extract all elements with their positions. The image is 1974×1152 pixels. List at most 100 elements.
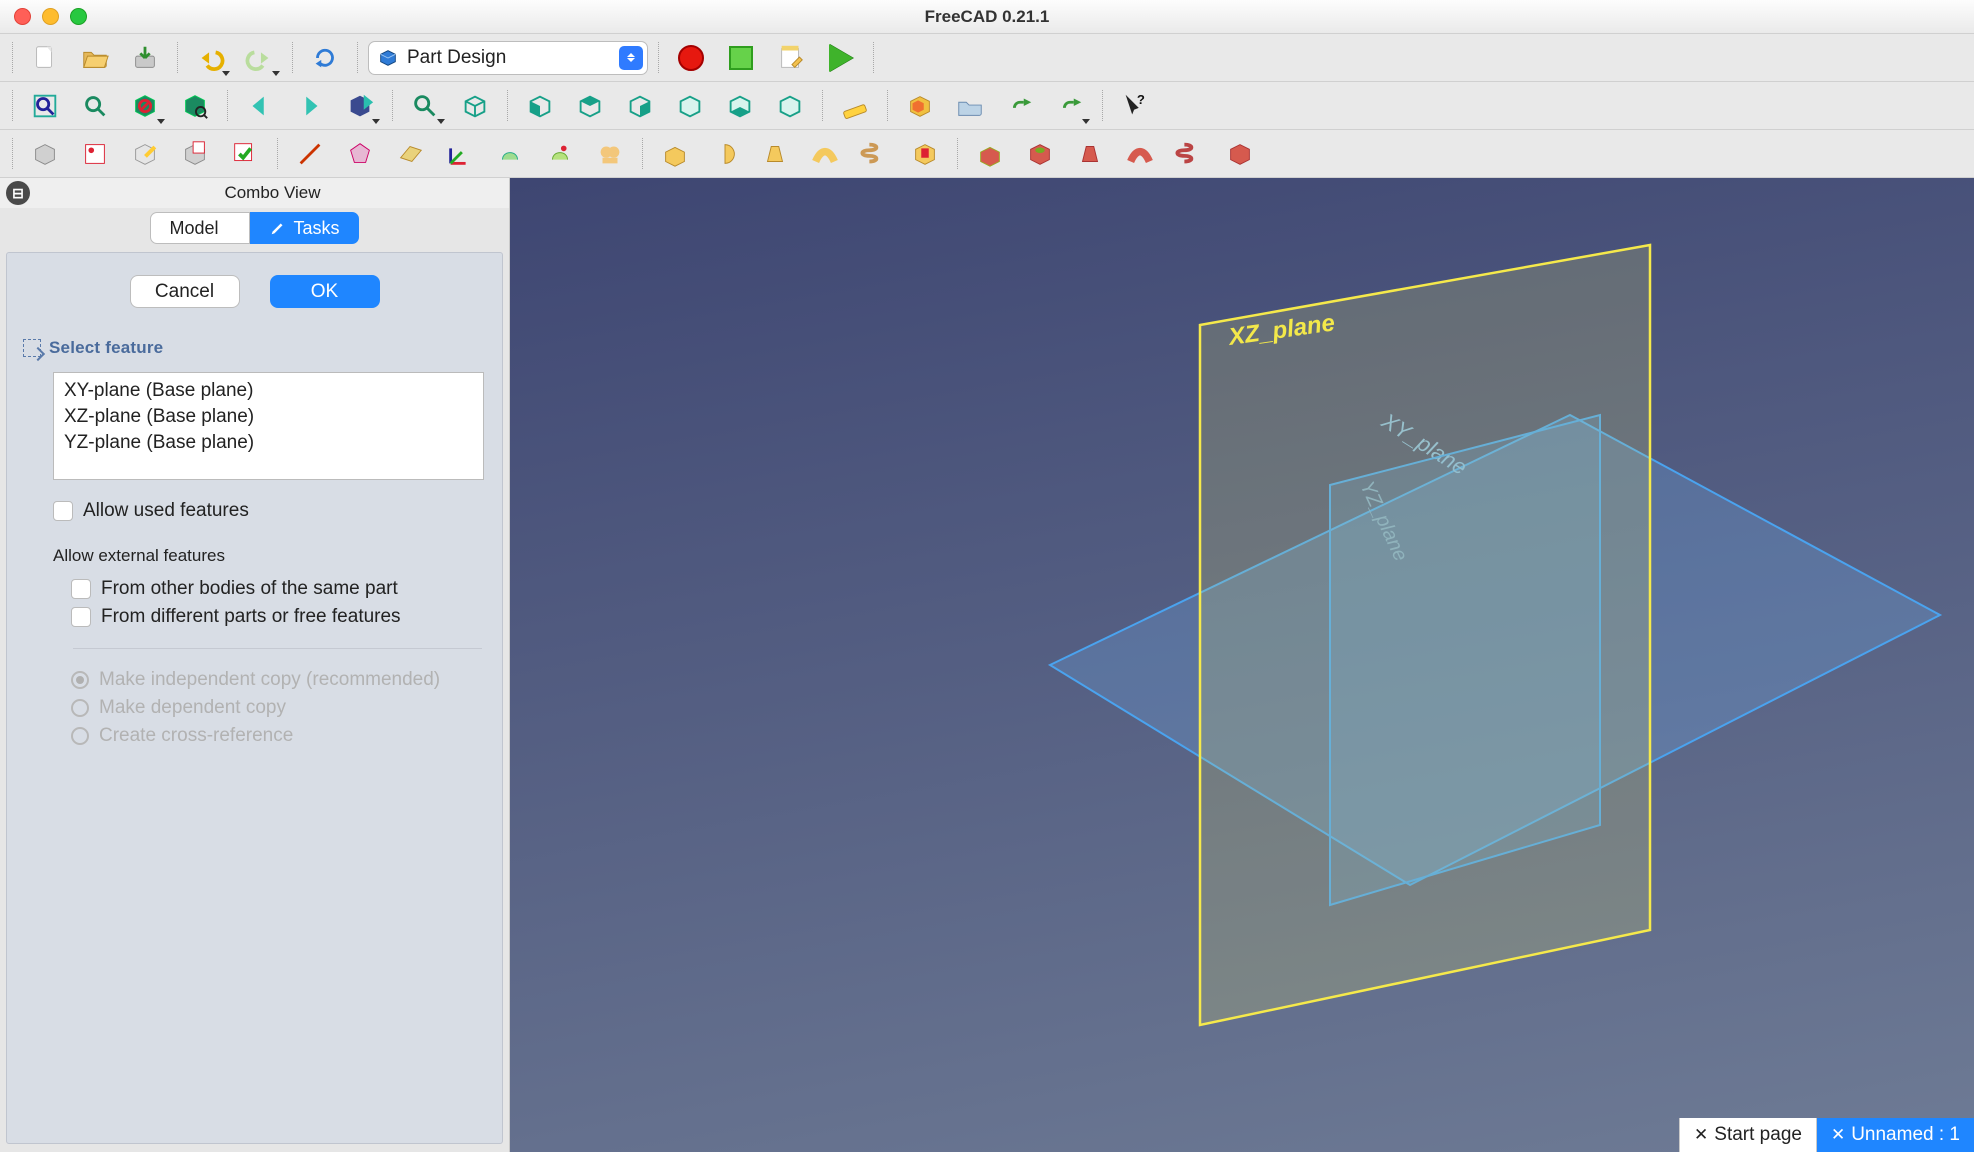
external-features-label: Allow external features (53, 546, 484, 566)
doc-tab-start[interactable]: ✕ Start page (1679, 1118, 1816, 1152)
close-icon[interactable]: ✕ (1694, 1125, 1708, 1145)
bounding-box-button[interactable] (173, 86, 217, 126)
measure-distance-button[interactable] (833, 86, 877, 126)
save-document-button[interactable] (123, 38, 167, 78)
pad-button[interactable] (653, 134, 697, 174)
open-document-button[interactable] (73, 38, 117, 78)
whats-this-button[interactable]: ? (1113, 86, 1157, 126)
dock-toggle-icon[interactable]: ⊟ (6, 181, 30, 205)
redo-button[interactable] (238, 38, 282, 78)
new-document-button[interactable] (23, 38, 67, 78)
datum-point-button[interactable] (338, 134, 382, 174)
sub-helix-button[interactable] (1168, 134, 1212, 174)
allow-used-checkbox[interactable]: Allow used features (53, 500, 484, 522)
hole-button[interactable] (1018, 134, 1062, 174)
refresh-button[interactable] (303, 38, 347, 78)
toolbar-view: ? (0, 82, 1974, 130)
window-minimize-icon[interactable] (42, 8, 59, 25)
checkbox-icon[interactable] (53, 501, 73, 521)
revolution-button[interactable] (703, 134, 747, 174)
3d-viewport[interactable]: XY_plane YZ_plane XZ_plane ✕ Start page … (510, 178, 1974, 1152)
sub-loft-button[interactable] (1068, 134, 1112, 174)
svg-text:?: ? (1137, 92, 1145, 107)
link-nav-button[interactable] (338, 86, 382, 126)
macro-play-button[interactable] (819, 38, 863, 78)
select-feature-header[interactable]: Select feature (7, 320, 502, 362)
plane-list[interactable]: XY-plane (Base plane) XZ-plane (Base pla… (53, 372, 484, 480)
view-right-button[interactable] (618, 86, 662, 126)
group-button[interactable] (948, 86, 992, 126)
workbench-selector[interactable]: Part Design (368, 41, 648, 75)
workbench-name: Part Design (407, 47, 611, 69)
chevron-down-icon[interactable] (222, 71, 230, 76)
fit-all-button[interactable] (23, 86, 67, 126)
helix-button[interactable] (853, 134, 897, 174)
view-bottom-button[interactable] (718, 86, 762, 126)
xz-plane[interactable]: XZ_plane (1200, 245, 1650, 1025)
macro-stop-button[interactable] (719, 38, 763, 78)
combo-tabs: Model Tasks (0, 208, 509, 248)
shapebinder-button[interactable] (488, 134, 532, 174)
part-appearance-button[interactable] (898, 86, 942, 126)
chevron-down-icon[interactable] (372, 119, 380, 124)
sel-back-button[interactable] (238, 86, 282, 126)
draw-style-button[interactable] (123, 86, 167, 126)
new-sketch-button[interactable] (73, 134, 117, 174)
macro-edit-button[interactable] (769, 38, 813, 78)
isometric-button[interactable] (453, 86, 497, 126)
undo-button[interactable] (188, 38, 232, 78)
chevron-down-icon[interactable] (272, 71, 280, 76)
link-actions-button[interactable] (1048, 86, 1092, 126)
toolbar-file: Part Design (0, 34, 1974, 82)
groove-button[interactable] (903, 134, 947, 174)
clone-button[interactable] (588, 134, 632, 174)
combo-view-panel: ⊟ Combo View Model Tasks Cancel OK Selec… (0, 178, 510, 1152)
sweep-button[interactable] (803, 134, 847, 174)
tab-model[interactable]: Model (150, 212, 250, 244)
pocket-button[interactable] (968, 134, 1012, 174)
macro-record-button[interactable] (669, 38, 713, 78)
chevron-down-icon[interactable] (437, 119, 445, 124)
validate-sketch-button[interactable] (223, 134, 267, 174)
sel-forward-button[interactable] (288, 86, 332, 126)
viewport-scene: XY_plane YZ_plane XZ_plane (510, 178, 1974, 1152)
view-rear-button[interactable] (668, 86, 712, 126)
loft-button[interactable] (753, 134, 797, 174)
ok-button[interactable]: OK (270, 275, 380, 308)
radio-icon (71, 671, 89, 689)
plane-item[interactable]: YZ-plane (Base plane) (64, 431, 473, 455)
link-make-button[interactable] (998, 86, 1042, 126)
cancel-button[interactable]: Cancel (130, 275, 240, 308)
datum-line-button[interactable] (288, 134, 332, 174)
sub-sweep-button[interactable] (1118, 134, 1162, 174)
zoom-button[interactable] (403, 86, 447, 126)
checkbox-icon[interactable] (71, 607, 91, 627)
datum-cs-button[interactable] (438, 134, 482, 174)
chevron-down-icon[interactable] (1082, 119, 1090, 124)
chevron-down-icon[interactable] (157, 119, 165, 124)
window-zoom-icon[interactable] (70, 8, 87, 25)
close-icon[interactable]: ✕ (1831, 1125, 1845, 1145)
doc-tab-active[interactable]: ✕ Unnamed : 1 (1816, 1118, 1974, 1152)
map-sketch-button[interactable] (173, 134, 217, 174)
window-close-icon[interactable] (14, 8, 31, 25)
tab-tasks[interactable]: Tasks (250, 212, 358, 244)
view-left-button[interactable] (768, 86, 812, 126)
fit-selection-button[interactable] (73, 86, 117, 126)
radio-icon (71, 727, 89, 745)
view-front-button[interactable] (518, 86, 562, 126)
ext-free-checkbox[interactable]: From different parts or free features (71, 606, 484, 628)
sub-groove-button[interactable] (1218, 134, 1262, 174)
plane-item[interactable]: XZ-plane (Base plane) (64, 405, 473, 429)
create-body-button[interactable] (23, 134, 67, 174)
radio-icon (71, 699, 89, 717)
edit-sketch-button[interactable] (123, 134, 167, 174)
plane-item[interactable]: XY-plane (Base plane) (64, 379, 473, 403)
view-top-button[interactable] (568, 86, 612, 126)
ext-same-part-checkbox[interactable]: From other bodies of the same part (71, 578, 484, 600)
datum-plane-button[interactable] (388, 134, 432, 174)
checkbox-icon[interactable] (71, 579, 91, 599)
subshapebinder-button[interactable] (538, 134, 582, 174)
updown-chevron-icon[interactable] (619, 46, 643, 70)
radio-independent: Make independent copy (recommended) (71, 669, 484, 691)
